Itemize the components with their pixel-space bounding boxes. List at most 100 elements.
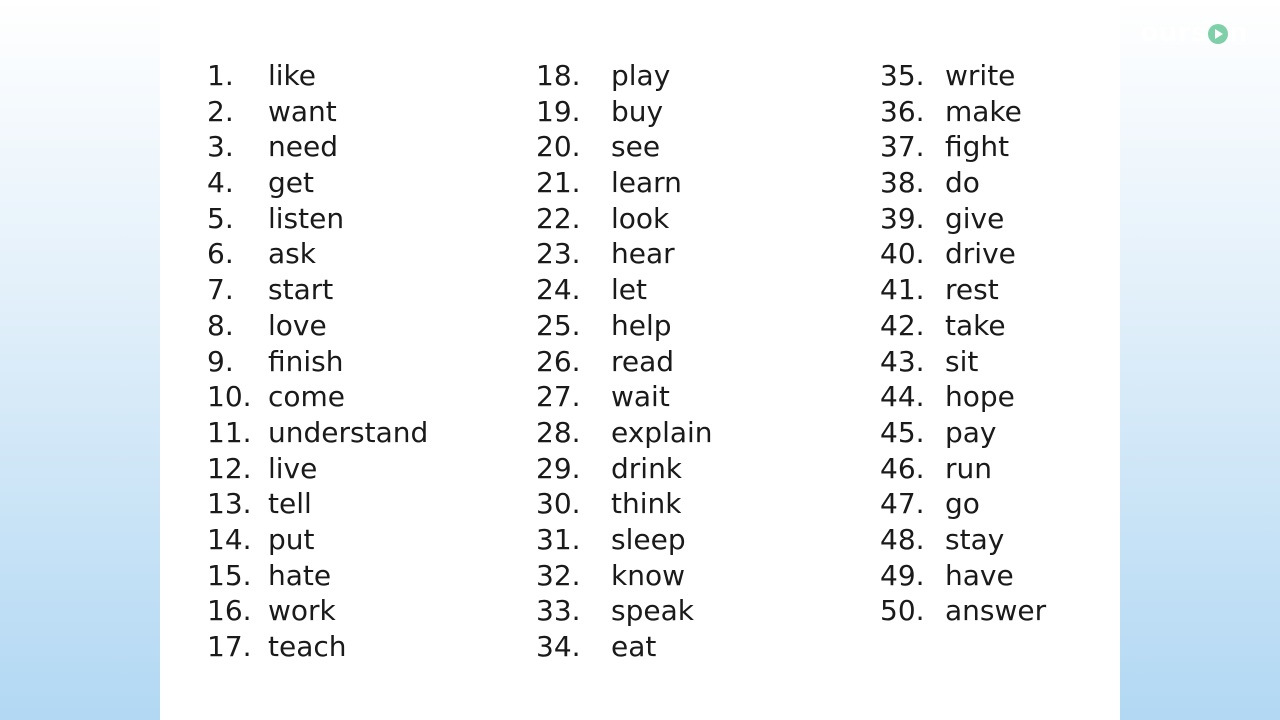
item-number: 30. xyxy=(536,487,581,521)
item-number: 25. xyxy=(536,308,581,342)
item-number: 45. xyxy=(880,415,925,449)
item-number: 6. xyxy=(207,237,234,271)
item-verb: sleep xyxy=(611,522,686,556)
item-verb: help xyxy=(611,308,672,342)
item-number: 21. xyxy=(536,166,581,200)
watermark-logo: ours n xyxy=(1140,18,1248,48)
item-number: 49. xyxy=(880,558,925,592)
item-verb: live xyxy=(268,451,318,485)
item-number: 50. xyxy=(880,594,925,628)
item-verb: need xyxy=(268,130,338,164)
item-number: 18. xyxy=(536,59,581,92)
item-number: 37. xyxy=(880,130,925,164)
watermark-text-suffix: n xyxy=(1228,18,1248,48)
play-icon xyxy=(1207,23,1228,44)
item-verb: understand xyxy=(268,415,429,449)
item-number: 33. xyxy=(536,594,581,628)
item-verb: write xyxy=(945,59,1016,92)
item-verb: give xyxy=(945,201,1005,235)
item-verb: hear xyxy=(611,237,675,271)
watermark-text-prefix: ours xyxy=(1140,18,1207,48)
item-verb: come xyxy=(268,380,346,414)
item-verb: know xyxy=(611,558,685,592)
verb-list-sheet: 1. like 2. want 3. need 4. get 5. listen 6. ask 7. st… xyxy=(160,0,1120,720)
item-verb: like xyxy=(268,59,317,92)
item-number: 7. xyxy=(207,273,234,307)
item-verb: let xyxy=(611,273,647,307)
item-verb: tell xyxy=(268,487,312,521)
item-verb: ask xyxy=(268,237,316,271)
item-number: 23. xyxy=(536,237,581,271)
item-verb: get xyxy=(268,166,314,200)
item-verb: eat xyxy=(611,630,657,663)
item-verb: stay xyxy=(945,522,1005,556)
item-number: 48. xyxy=(880,522,925,556)
item-number: 12. xyxy=(207,451,252,485)
item-verb: buy xyxy=(611,94,664,128)
item-verb: drive xyxy=(945,237,1016,271)
item-verb: have xyxy=(945,558,1014,592)
item-verb: speak xyxy=(611,594,694,628)
item-verb: hate xyxy=(268,558,332,592)
item-number: 20. xyxy=(536,130,581,164)
item-number: 34. xyxy=(536,630,581,663)
item-number: 46. xyxy=(880,451,925,485)
left-background-panel xyxy=(0,0,160,720)
item-number: 14. xyxy=(207,522,252,556)
item-verb: teach xyxy=(268,630,347,663)
item-verb: run xyxy=(945,451,993,485)
item-number: 22. xyxy=(536,201,581,235)
item-number: 44. xyxy=(880,380,925,414)
item-verb: put xyxy=(268,522,315,556)
item-verb: look xyxy=(611,201,670,235)
item-verb: learn xyxy=(611,166,682,200)
item-number: 9. xyxy=(207,344,234,378)
item-verb: fight xyxy=(945,130,1010,164)
item-number: 29. xyxy=(536,451,581,485)
item-number: 4. xyxy=(207,166,234,200)
item-verb: finish xyxy=(268,344,344,378)
item-verb: see xyxy=(611,130,661,164)
item-verb: answer xyxy=(945,594,1047,628)
item-number: 3. xyxy=(207,130,234,164)
item-verb: play xyxy=(611,59,671,92)
item-verb: want xyxy=(268,94,337,128)
item-verb: do xyxy=(945,166,980,200)
item-number: 10. xyxy=(207,380,252,414)
item-number: 17. xyxy=(207,630,252,663)
item-number: 19. xyxy=(536,94,581,128)
item-number: 35. xyxy=(880,59,925,92)
item-verb: sit xyxy=(945,344,979,378)
right-background-panel xyxy=(1120,0,1280,720)
item-verb: wait xyxy=(611,380,670,414)
item-verb: go xyxy=(945,487,980,521)
item-verb: explain xyxy=(611,415,713,449)
item-number: 26. xyxy=(536,344,581,378)
item-verb: take xyxy=(945,308,1006,342)
item-number: 42. xyxy=(880,308,925,342)
item-verb: pay xyxy=(945,415,997,449)
item-number: 36. xyxy=(880,94,925,128)
item-number: 2. xyxy=(207,94,234,128)
item-verb: read xyxy=(611,344,675,378)
item-number: 47. xyxy=(880,487,925,521)
item-verb: start xyxy=(268,273,334,307)
item-number: 41. xyxy=(880,273,925,307)
item-number: 43. xyxy=(880,344,925,378)
item-verb: love xyxy=(268,308,327,342)
item-verb: think xyxy=(611,487,682,521)
item-verb: work xyxy=(268,594,336,628)
item-number: 31. xyxy=(536,522,581,556)
item-number: 5. xyxy=(207,201,234,235)
item-verb: hope xyxy=(945,380,1015,414)
item-number: 13. xyxy=(207,487,252,521)
item-number: 15. xyxy=(207,558,252,592)
item-number: 40. xyxy=(880,237,925,271)
item-verb: make xyxy=(945,94,1022,128)
item-number: 11. xyxy=(207,415,252,449)
item-number: 27. xyxy=(536,380,581,414)
item-number: 28. xyxy=(536,415,581,449)
item-number: 16. xyxy=(207,594,252,628)
item-number: 1. xyxy=(207,59,234,92)
item-verb: rest xyxy=(945,273,999,307)
